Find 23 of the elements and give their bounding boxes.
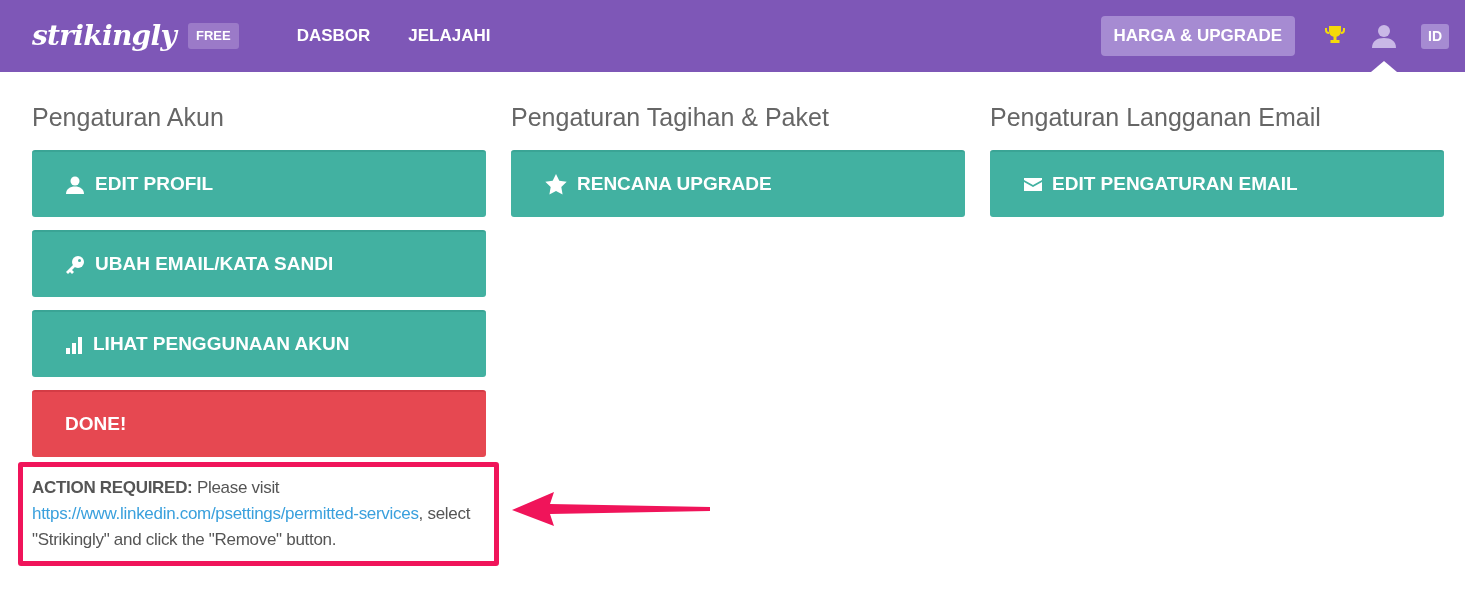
notice-text: ACTION REQUIRED: Please visit https://www.linkedin.com/psettings/permitted-services, select "Strikingly" and click the "Remove" button.	[32, 477, 472, 551]
nav-link[interactable]: DASBOR	[296, 23, 371, 49]
section-heading: Pengaturan Langganan Email	[990, 102, 1322, 132]
star-icon	[545, 174, 567, 195]
bar-chart-icon	[65, 335, 83, 354]
user-icon	[65, 175, 85, 194]
settings-button[interactable]: LIHAT PENGGUNAAN AKUN	[32, 310, 486, 377]
settings-button[interactable]: EDIT PROFIL	[32, 150, 486, 217]
envelope-icon	[1024, 178, 1042, 191]
settings-button[interactable]: RENCANA UPGRADE	[511, 150, 965, 217]
plan-badge: FREE	[187, 23, 239, 49]
user-icon[interactable]	[1371, 23, 1397, 49]
key-icon	[65, 254, 85, 275]
upgrade-button[interactable]: HARGA & UPGRADE	[1100, 16, 1295, 56]
settings-button[interactable]: EDIT PENGATURAN EMAIL	[990, 150, 1444, 217]
section-heading: Pengaturan Tagihan & Paket	[511, 102, 830, 132]
settings-button[interactable]: DONE!	[32, 390, 486, 457]
link[interactable]: https://www.linkedin.com/psettings/permitted-services	[32, 504, 419, 523]
nav-link[interactable]: JELAJAHI	[408, 23, 491, 49]
settings-button[interactable]: UBAH EMAIL/KATA SANDI	[32, 230, 486, 297]
menu-pointer-icon	[1371, 61, 1397, 72]
language-badge[interactable]: ID	[1421, 23, 1449, 49]
section-heading: Pengaturan Akun	[32, 102, 225, 132]
